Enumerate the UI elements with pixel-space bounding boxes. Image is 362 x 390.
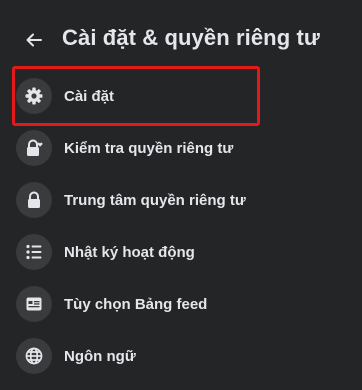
menu-item-language[interactable]: Ngôn ngữ [0, 330, 362, 382]
menu-item-label: Cài đặt [64, 87, 115, 105]
lock-icon [28, 191, 40, 208]
menu-item-label: Nhật ký hoạt động [64, 243, 195, 261]
icon-circle [16, 234, 52, 270]
menu-item-label: Ngôn ngữ [64, 347, 136, 365]
globe-icon [25, 347, 43, 365]
icon-circle [16, 338, 52, 374]
menu-item-label: Kiểm tra quyền riêng tư [64, 139, 234, 157]
menu-item-label: Trung tâm quyền riêng tư [64, 191, 246, 209]
menu-item-activity-log[interactable]: Nhật ký hoạt động [0, 226, 362, 278]
menu-item-feed-preferences[interactable]: Tùy chọn Bảng feed [0, 278, 362, 330]
list-icon [26, 244, 42, 260]
header: Cài đặt & quyền riêng tư [0, 18, 362, 62]
menu-item-privacy-center[interactable]: Trung tâm quyền riêng tư [0, 174, 362, 226]
page-title: Cài đặt & quyền riêng tư [62, 25, 320, 50]
back-button[interactable] [18, 28, 50, 52]
settings-menu: Cài đặt Kiểm tra quyền riêng tư Trung tâ… [0, 70, 362, 382]
menu-item-settings[interactable]: Cài đặt [0, 70, 362, 122]
icon-circle [16, 182, 52, 218]
lock-heart-icon [27, 139, 43, 156]
icon-circle [16, 130, 52, 166]
feed-icon [26, 297, 42, 311]
menu-item-privacy-checkup[interactable]: Kiểm tra quyền riêng tư [0, 122, 362, 174]
arrow-left-icon [26, 33, 42, 47]
icon-circle [16, 286, 52, 322]
gear-icon [25, 87, 43, 105]
icon-circle [16, 78, 52, 114]
menu-item-label: Tùy chọn Bảng feed [64, 295, 208, 313]
